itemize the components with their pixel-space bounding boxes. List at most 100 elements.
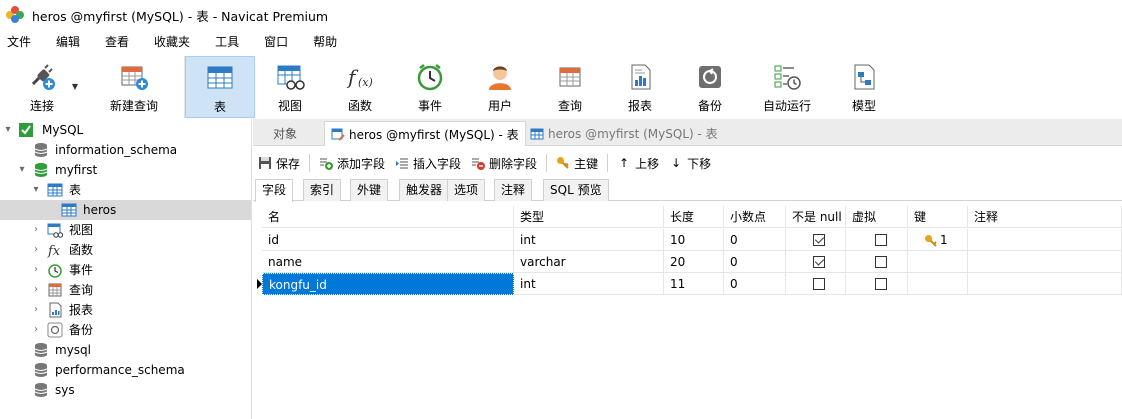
field-name-cell[interactable]: id xyxy=(262,229,514,251)
chevron-right-icon[interactable]: › xyxy=(30,280,42,300)
move-up-button[interactable]: ↑ 上移 xyxy=(612,152,664,174)
chevron-down-icon[interactable]: ▾ xyxy=(16,160,28,180)
table-row[interactable]: name varchar 20 0 xyxy=(262,251,1122,273)
field-type-cell[interactable]: int xyxy=(514,273,664,295)
not-null-checkbox[interactable] xyxy=(813,234,825,246)
virtual-checkbox[interactable] xyxy=(875,278,887,290)
tree-group-views[interactable]: › 视图 xyxy=(0,220,251,240)
chevron-right-icon[interactable]: › xyxy=(30,260,42,280)
tab-objects[interactable]: 对象 xyxy=(267,121,303,146)
delete-field-button[interactable]: 删除字段 xyxy=(466,152,542,174)
field-virtual-cell xyxy=(846,251,908,273)
chevron-right-icon[interactable]: › xyxy=(30,320,42,340)
table-button[interactable]: 表 xyxy=(185,56,255,118)
tree-group-backups[interactable]: › 备份 xyxy=(0,320,251,340)
chevron-down-icon[interactable]: ▾ xyxy=(2,120,14,140)
add-field-button[interactable]: 添加字段 xyxy=(314,152,390,174)
connect-dropdown-icon[interactable]: ▼ xyxy=(72,82,78,91)
chevron-right-icon[interactable]: › xyxy=(30,300,42,320)
column-header-name[interactable]: 名 xyxy=(262,206,514,228)
chevron-right-icon[interactable]: › xyxy=(30,240,42,260)
field-comment-cell[interactable] xyxy=(968,273,1122,295)
backup-button[interactable]: 备份 xyxy=(675,56,745,118)
field-decimals-cell[interactable]: 0 xyxy=(724,229,786,251)
save-button[interactable]: 保存 xyxy=(253,152,305,174)
tree-group-functions[interactable]: › fx 函数 xyxy=(0,240,251,260)
field-key-cell[interactable] xyxy=(908,251,968,273)
column-header-decimals[interactable]: 小数点 xyxy=(724,206,786,228)
tree-group-queries[interactable]: › 查询 xyxy=(0,280,251,300)
menu-help[interactable]: 帮助 xyxy=(313,30,337,54)
field-decimals-cell[interactable]: 0 xyxy=(724,273,786,295)
model-button[interactable]: 模型 xyxy=(829,56,899,118)
field-comment-cell[interactable] xyxy=(968,251,1122,273)
field-type-cell[interactable]: varchar xyxy=(514,251,664,273)
view-button[interactable]: 视图 xyxy=(255,56,325,118)
tree-group-reports[interactable]: › 报表 xyxy=(0,300,251,320)
table-row[interactable]: id int 10 0 1 xyxy=(262,229,1122,251)
tree-db-information-schema[interactable]: information_schema xyxy=(0,140,251,160)
insert-field-button[interactable]: 插入字段 xyxy=(390,152,466,174)
field-type-cell[interactable]: int xyxy=(514,229,664,251)
tab-options[interactable]: 选项 xyxy=(447,179,486,201)
column-header-virtual[interactable]: 虚拟 xyxy=(846,206,908,228)
tree-connection-mysql[interactable]: ▾ MySQL xyxy=(0,120,251,140)
field-length-cell[interactable]: 11 xyxy=(664,273,724,295)
not-null-checkbox[interactable] xyxy=(813,278,825,290)
virtual-checkbox[interactable] xyxy=(875,234,887,246)
field-length-cell[interactable]: 10 xyxy=(664,229,724,251)
automation-button[interactable]: 自动运行 xyxy=(745,56,829,118)
chevron-right-icon[interactable]: › xyxy=(30,220,42,240)
tree-group-tables[interactable]: ▾ 表 xyxy=(0,180,251,200)
field-comment-cell[interactable] xyxy=(968,229,1122,251)
tab-sql-preview[interactable]: SQL 预览 xyxy=(543,179,609,201)
not-null-checkbox[interactable] xyxy=(813,256,825,268)
new-query-button[interactable]: 新建查询 xyxy=(84,56,184,118)
field-length-cell[interactable]: 20 xyxy=(664,251,724,273)
tab-comment[interactable]: 注释 xyxy=(494,179,533,201)
tab-heros-design[interactable]: heros @myfirst (MySQL) - 表 xyxy=(324,121,526,146)
query-button[interactable]: 查询 xyxy=(535,56,605,118)
tree-db-mysql[interactable]: mysql xyxy=(0,340,251,360)
field-name-cell[interactable]: name xyxy=(262,251,514,273)
menu-view[interactable]: 查看 xyxy=(105,30,129,54)
move-down-button[interactable]: ↓ 下移 xyxy=(664,152,716,174)
field-name-cell[interactable]: kongfu_id xyxy=(262,273,514,295)
delete-field-label: 删除字段 xyxy=(489,156,538,171)
table-row-selected[interactable]: kongfu_id int 11 0 xyxy=(262,273,1122,295)
tree-db-sys[interactable]: sys xyxy=(0,380,251,400)
function-button[interactable]: f (x) 函数 xyxy=(325,56,395,118)
tab-foreign-keys[interactable]: 外键 xyxy=(350,179,389,201)
tree-group-events[interactable]: › 事件 xyxy=(0,260,251,280)
tree-label: sys xyxy=(55,383,75,397)
chevron-down-icon[interactable]: ▾ xyxy=(30,180,42,200)
menu-file[interactable]: 文件 xyxy=(7,30,31,54)
event-button[interactable]: 事件 xyxy=(395,56,465,118)
column-header-length[interactable]: 长度 xyxy=(664,206,724,228)
tree-db-performance-schema[interactable]: performance_schema xyxy=(0,360,251,380)
report-button[interactable]: 报表 xyxy=(605,56,675,118)
database-icon xyxy=(33,142,49,158)
primary-key-button[interactable]: 主键 xyxy=(551,152,603,174)
field-decimals-cell[interactable]: 0 xyxy=(724,251,786,273)
menu-tools[interactable]: 工具 xyxy=(215,30,239,54)
field-key-cell[interactable]: 1 xyxy=(908,229,968,251)
virtual-checkbox[interactable] xyxy=(875,256,887,268)
field-key-cell[interactable] xyxy=(908,273,968,295)
tree-table-heros[interactable]: heros xyxy=(0,200,251,220)
tab-fields[interactable]: 字段 xyxy=(255,179,294,202)
tab-indexes[interactable]: 索引 xyxy=(303,179,342,201)
column-header-key[interactable]: 键 xyxy=(908,206,968,228)
menu-favorites[interactable]: 收藏夹 xyxy=(154,30,190,54)
column-header-type[interactable]: 类型 xyxy=(514,206,664,228)
menu-edit[interactable]: 编辑 xyxy=(56,30,80,54)
menu-window[interactable]: 窗口 xyxy=(264,30,288,54)
query-icon xyxy=(555,62,585,92)
user-button[interactable]: 用户 xyxy=(465,56,535,118)
tree-db-myfirst[interactable]: ▾ myfirst xyxy=(0,160,251,180)
tab-triggers[interactable]: 触发器 xyxy=(399,179,450,201)
column-header-not-null[interactable]: 不是 null xyxy=(786,206,846,228)
column-header-comment[interactable]: 注释 xyxy=(968,206,1122,228)
connect-button[interactable]: 连接 ▼ xyxy=(0,56,84,118)
tab-heros-data[interactable]: heros @myfirst (MySQL) - 表 xyxy=(524,121,724,146)
